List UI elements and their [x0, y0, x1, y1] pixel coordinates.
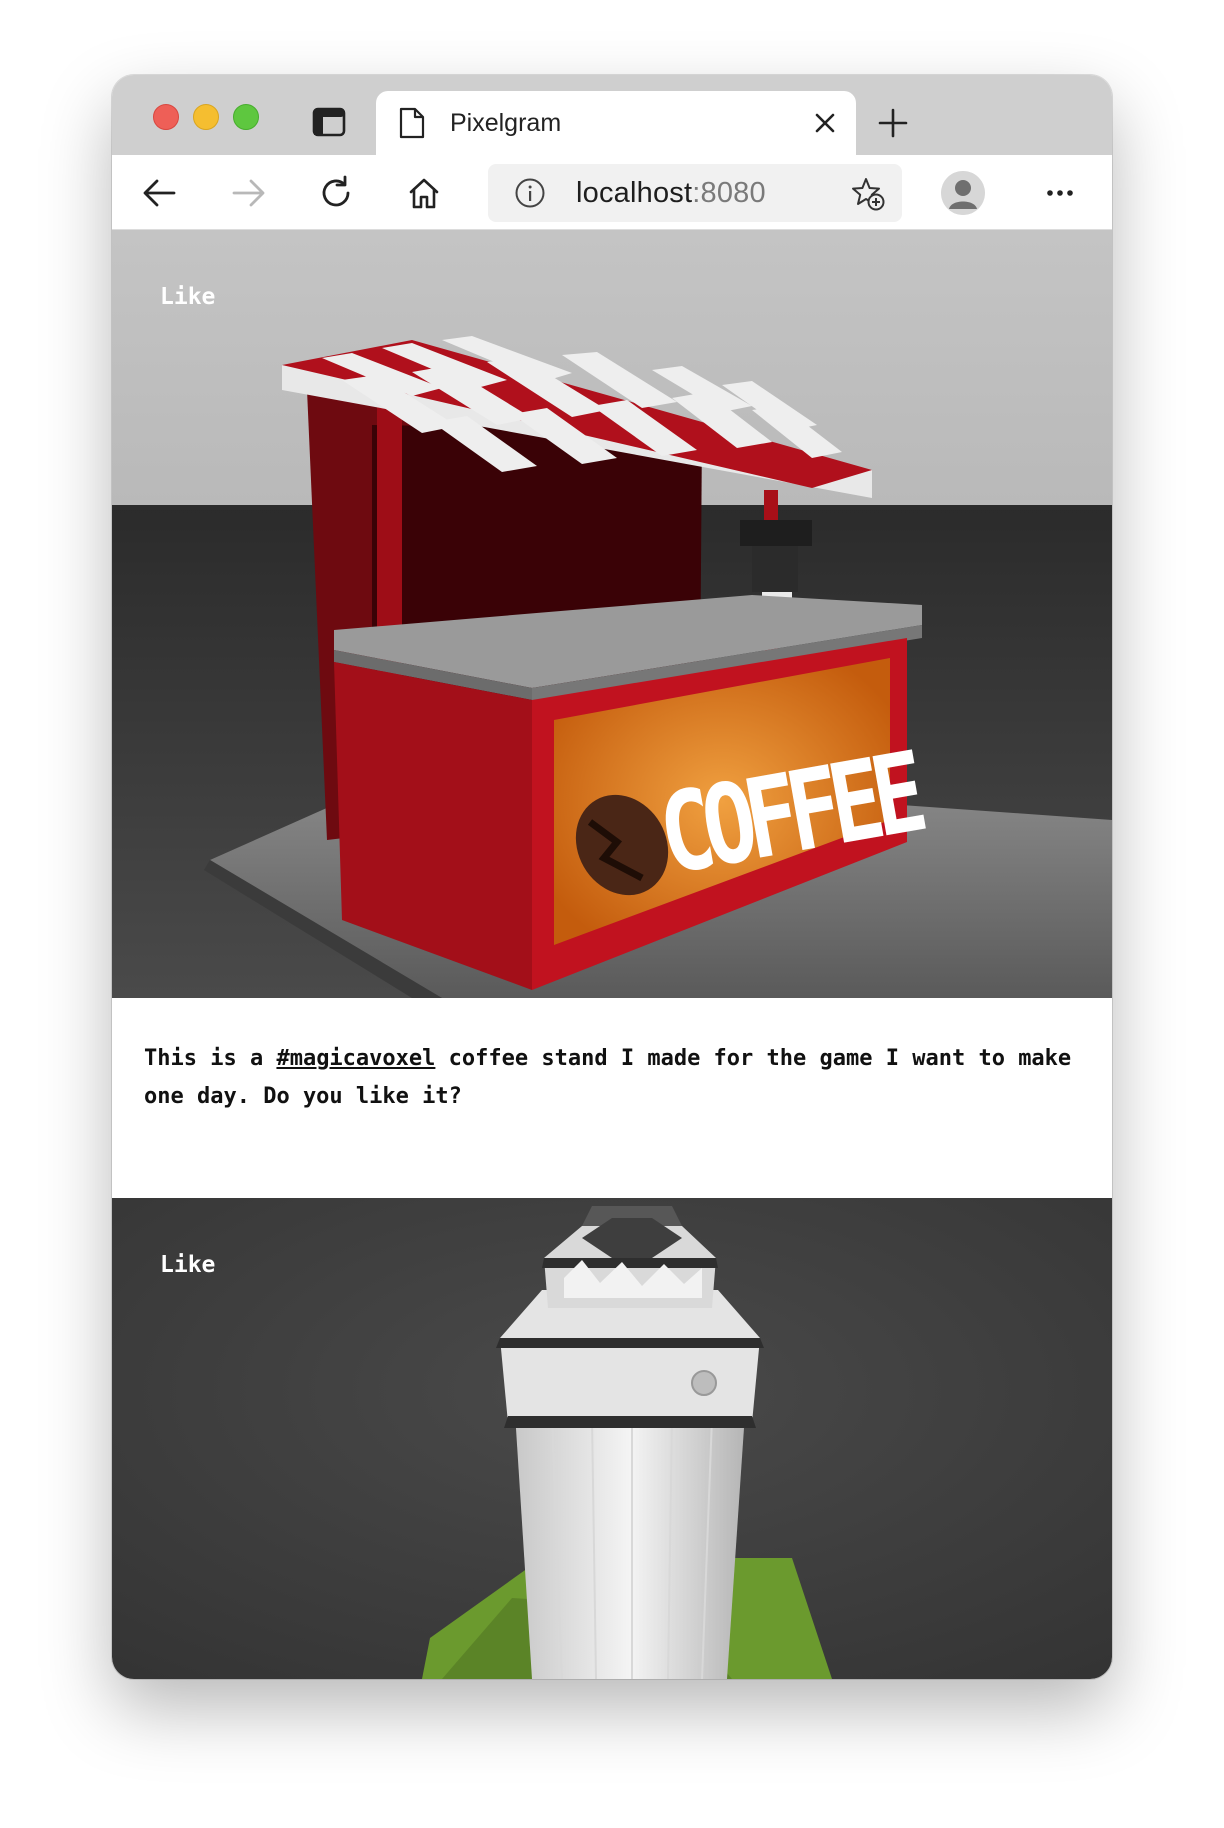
post-card: Like	[112, 1198, 1112, 1679]
close-tab-icon[interactable]	[812, 110, 838, 136]
active-tab[interactable]: Pixelgram	[376, 91, 856, 155]
tab-strip: Pixelgram	[112, 75, 1112, 155]
navigation-toolbar: localhost:8080	[112, 155, 1112, 230]
close-window-button[interactable]	[153, 104, 179, 130]
tab-actions-icon[interactable]	[312, 107, 346, 137]
coffee-stand-render: COFFEE COFFEE	[112, 230, 1112, 998]
maximize-window-button[interactable]	[233, 104, 259, 130]
post-card: COFFEE COFFEE Like This is a #magicavoxe…	[112, 230, 1112, 1198]
forward-icon[interactable]	[228, 173, 268, 213]
add-favorite-icon[interactable]	[850, 176, 886, 212]
profile-avatar[interactable]	[941, 171, 985, 215]
post-image: COFFEE COFFEE Like	[112, 230, 1112, 998]
minimize-window-button[interactable]	[193, 104, 219, 130]
person-icon	[941, 171, 985, 215]
browser-window: Pixelgram localhost:8080 COFFEE Like Thi…	[112, 75, 1112, 1679]
back-icon[interactable]	[140, 173, 180, 213]
page-content: COFFEE COFFEE Like This is a #magicavoxe…	[112, 230, 1112, 1679]
tab-title: Pixelgram	[450, 109, 562, 137]
url-text: localhost:8080	[576, 177, 766, 210]
url-port: :8080	[692, 177, 766, 209]
hashtag-link[interactable]: #magicavoxel	[276, 1046, 435, 1071]
tower-render	[112, 1198, 1112, 1679]
home-icon[interactable]	[404, 173, 444, 213]
url-host: localhost	[576, 177, 693, 209]
page-icon	[399, 107, 425, 139]
address-bar[interactable]: localhost:8080	[488, 164, 902, 222]
caption-text: This is a	[144, 1046, 277, 1071]
like-button[interactable]: Like	[160, 284, 215, 310]
more-options-icon[interactable]	[1040, 173, 1080, 213]
reload-icon[interactable]	[316, 173, 356, 213]
new-tab-icon[interactable]	[877, 107, 909, 139]
like-button[interactable]: Like	[160, 1252, 215, 1278]
post-caption: This is a #magicavoxel coffee stand I ma…	[112, 998, 1112, 1198]
site-info-icon[interactable]	[514, 177, 546, 209]
post-image: Like	[112, 1198, 1112, 1679]
